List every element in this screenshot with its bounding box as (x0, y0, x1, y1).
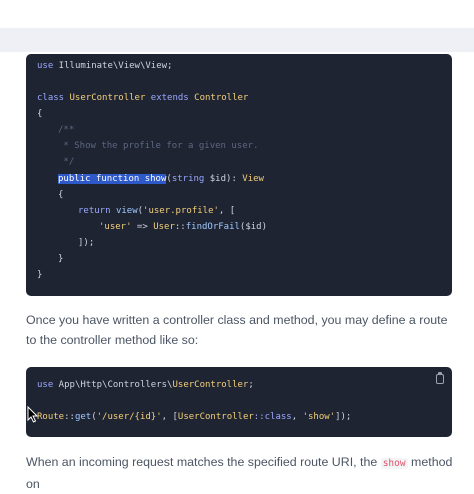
code-line-doc-open: /** (58, 125, 75, 135)
code-line-class-close: } (37, 270, 43, 280)
copy-icon[interactable] (436, 372, 444, 384)
code-line-signature: public function show(string $id): View (58, 174, 264, 184)
code-line-method-close: } (58, 254, 64, 264)
code-line-array-close: ]); (78, 238, 95, 248)
code-line-use: use Illuminate\View\View; (37, 61, 173, 71)
code-block-controller: use Illuminate\View\View; class UserCont… (26, 54, 452, 296)
code-line-use-route: use App\Http\Controllers\UserController; (37, 380, 254, 390)
code-line-method-open: { (58, 190, 64, 200)
code-line-doc-close: */ (58, 157, 75, 167)
search-bar[interactable] (0, 28, 474, 52)
mouse-cursor-icon (27, 406, 39, 423)
code-line-array: 'user' => User::findOrFail($id) (99, 222, 268, 232)
paragraph-route-intro: Once you have written a controller class… (26, 313, 448, 347)
code-line-return: return view('user.profile', [ (78, 206, 236, 216)
code-line-class: class UserController extends Controller (37, 93, 249, 103)
code-block-route: use App\Http\Controllers\UserController;… (26, 367, 452, 437)
code-line-doc-text: * Show the profile for a given user. (58, 141, 259, 151)
top-bar (0, 0, 474, 26)
code-line-brace: { (37, 109, 43, 119)
paragraph-incoming-request: When an incoming request matches the spe… (26, 455, 453, 491)
inline-code-show: show (380, 458, 408, 469)
code-line-route: Route::get('/user/{id}', [UserController… (37, 412, 352, 422)
